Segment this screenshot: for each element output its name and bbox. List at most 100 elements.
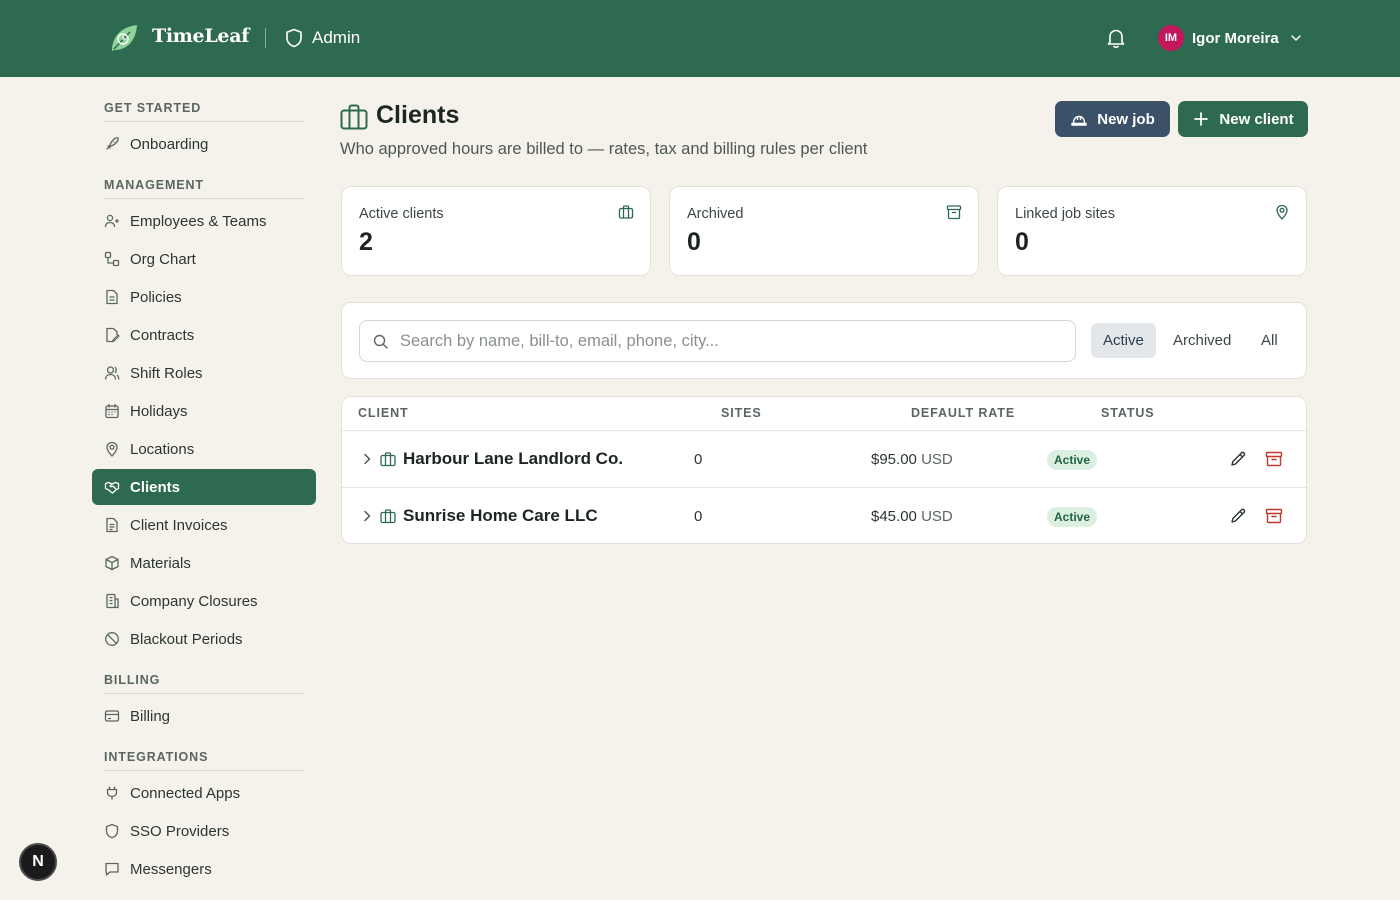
- sidebar-section-integrations: INTEGRATIONS: [104, 750, 209, 764]
- sidebar-item-label: Locations: [130, 440, 195, 458]
- leaf-logo-icon[interactable]: [108, 22, 140, 54]
- rate-currency: USD: [921, 508, 953, 525]
- dev-tools-button[interactable]: N: [19, 843, 57, 881]
- sidebar-item-blackout-periods[interactable]: Blackout Periods: [92, 621, 316, 657]
- plus-icon: [1194, 112, 1209, 126]
- map-pin-icon: [1276, 204, 1288, 220]
- sidebar-item-connected-apps[interactable]: Connected Apps: [92, 775, 316, 811]
- search-box[interactable]: [359, 320, 1076, 362]
- column-header-client[interactable]: CLIENT: [358, 406, 409, 420]
- search-input[interactable]: [400, 321, 1060, 361]
- sidebar-item-label: Org Chart: [130, 250, 196, 268]
- edit-pencil-icon[interactable]: [1228, 449, 1248, 469]
- sidebar-item-label: Blackout Periods: [130, 630, 243, 648]
- stat-card-linked-job-sites: Linked job sites 0: [997, 186, 1307, 276]
- sidebar-item-label: Materials: [130, 554, 191, 572]
- sites-count: 0: [694, 508, 703, 525]
- archive-icon[interactable]: [1264, 449, 1284, 469]
- shield-icon: [105, 823, 119, 839]
- sidebar-item-shift-roles[interactable]: Shift Roles: [92, 355, 316, 391]
- brand-name[interactable]: TimeLeaf: [152, 25, 249, 47]
- sidebar-item-holidays[interactable]: Holidays: [92, 393, 316, 429]
- stat-card-active-clients: Active clients 2: [341, 186, 651, 276]
- notification-bell-icon[interactable]: [1104, 26, 1128, 50]
- tab-active[interactable]: Active: [1091, 323, 1156, 358]
- clients-table: CLIENT SITES DEFAULT RATE STATUS Harbour…: [341, 396, 1307, 544]
- column-header-status[interactable]: STATUS: [1101, 406, 1155, 420]
- column-header-default-rate[interactable]: DEFAULT RATE: [911, 406, 1015, 420]
- building-icon: [106, 593, 119, 609]
- table-row[interactable]: Sunrise Home Care LLC 0 $45.00 USD Activ…: [342, 487, 1306, 543]
- shield-icon: [286, 28, 302, 48]
- archive-icon[interactable]: [1264, 506, 1284, 526]
- section-divider: [104, 693, 304, 694]
- rate-amount: $95.00: [871, 451, 917, 468]
- sidebar-section-management: MANAGEMENT: [104, 178, 204, 192]
- sidebar-item-onboarding[interactable]: Onboarding: [92, 126, 316, 162]
- sidebar-item-label: Company Closures: [130, 592, 258, 610]
- ban-icon: [105, 632, 119, 646]
- edit-pencil-icon[interactable]: [1228, 506, 1248, 526]
- sidebar-item-locations[interactable]: Locations: [92, 431, 316, 467]
- sidebar-item-label: Shift Roles: [130, 364, 203, 382]
- briefcase-icon: [618, 205, 634, 219]
- sidebar-item-messengers[interactable]: Messengers: [92, 851, 316, 887]
- sidebar-item-org-chart[interactable]: Org Chart: [92, 241, 316, 277]
- sidebar-item-label: Client Invoices: [130, 516, 228, 534]
- admin-label: Admin: [312, 28, 361, 47]
- archive-icon: [946, 205, 962, 220]
- chevron-right-icon[interactable]: [359, 451, 375, 467]
- stat-value: 0: [1015, 228, 1029, 256]
- sidebar-item-company-closures[interactable]: Company Closures: [92, 583, 316, 619]
- sidebar-item-label: Clients: [130, 478, 181, 496]
- column-header-sites[interactable]: SITES: [721, 406, 762, 420]
- new-job-button[interactable]: New job: [1055, 101, 1170, 137]
- map-pin-icon: [106, 441, 118, 457]
- sidebar-section-billing: BILLING: [104, 673, 161, 687]
- box-icon: [105, 555, 119, 571]
- sidebar-section-get-started: GET STARTED: [104, 101, 202, 115]
- sidebar-item-label: Connected Apps: [130, 784, 241, 802]
- sidebar-item-label: Contracts: [130, 326, 195, 344]
- stat-label: Linked job sites: [1015, 206, 1115, 222]
- client-name[interactable]: Harbour Lane Landlord Co.: [403, 449, 623, 469]
- sidebar-item-label: Policies: [130, 288, 182, 306]
- sidebar-item-employees-teams[interactable]: Employees & Teams: [92, 203, 316, 239]
- message-icon: [105, 862, 119, 876]
- contract-icon: [106, 327, 120, 343]
- handshake-icon: [104, 481, 120, 494]
- stat-card-archived: Archived 0: [669, 186, 979, 276]
- filter-bar: Active Archived All: [341, 302, 1307, 379]
- calendar-icon: [105, 403, 119, 419]
- status-badge: Active: [1047, 507, 1098, 527]
- chevron-down-icon: [1290, 35, 1301, 41]
- sidebar-item-clients[interactable]: Clients: [92, 469, 316, 505]
- credit-card-icon: [104, 710, 120, 722]
- plug-icon: [106, 786, 118, 800]
- new-client-button[interactable]: New client: [1178, 101, 1308, 137]
- client-name[interactable]: Sunrise Home Care LLC: [403, 506, 598, 526]
- tab-archived[interactable]: Archived: [1161, 323, 1243, 358]
- new-client-label: New client: [1219, 110, 1294, 128]
- sidebar-item-materials[interactable]: Materials: [92, 545, 316, 581]
- tab-all[interactable]: All: [1249, 323, 1290, 358]
- section-divider: [104, 770, 304, 771]
- brand-divider: [265, 28, 266, 48]
- sites-count: 0: [694, 451, 703, 468]
- sidebar-item-label: Employees & Teams: [130, 212, 267, 230]
- search-icon: [373, 334, 388, 349]
- chevron-right-icon[interactable]: [359, 508, 375, 524]
- sidebar-item-client-invoices[interactable]: Client Invoices: [92, 507, 316, 543]
- rocket-icon: [106, 137, 119, 150]
- sidebar-item-policies[interactable]: Policies: [92, 279, 316, 315]
- table-row[interactable]: Harbour Lane Landlord Co. 0 $95.00 USD A…: [342, 430, 1306, 487]
- sidebar-item-contracts[interactable]: Contracts: [92, 317, 316, 353]
- user-menu[interactable]: IM Igor Moreira: [1156, 23, 1303, 53]
- hard-hat-icon: [1071, 115, 1087, 126]
- sidebar-item-label: Holidays: [130, 402, 188, 420]
- sidebar-item-billing[interactable]: Billing: [92, 698, 316, 734]
- sidebar-item-sso-providers[interactable]: SSO Providers: [92, 813, 316, 849]
- briefcase-icon: [340, 104, 368, 130]
- sidebar-item-label: Onboarding: [130, 135, 209, 153]
- briefcase-icon: [380, 509, 396, 524]
